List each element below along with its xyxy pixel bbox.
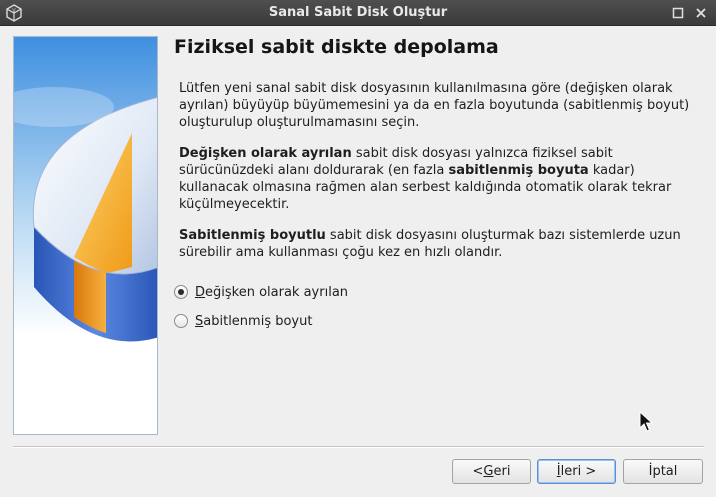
- maximize-icon[interactable]: [670, 5, 686, 21]
- cancel-button[interactable]: İptal: [623, 459, 703, 484]
- radio-indicator[interactable]: [174, 285, 188, 299]
- fixed-bold-lead: Sabitlenmiş boyutlu: [179, 228, 326, 243]
- back-button[interactable]: < Geri: [452, 459, 531, 484]
- wizard-side-image: [13, 36, 158, 435]
- radio-indicator[interactable]: [174, 314, 188, 328]
- fixed-description: Sabitlenmiş boyutlu sabit disk dosyasını…: [179, 227, 699, 261]
- page-heading: Fiziksel sabit diskte depolama: [174, 36, 499, 58]
- dynamic-bold-lead: Değişken olarak ayrılan: [179, 146, 352, 161]
- close-icon[interactable]: [693, 5, 709, 21]
- window-title: Sanal Sabit Disk Oluştur: [268, 5, 448, 20]
- radio-dynamically-allocated[interactable]: Değişken olarak ayrılan: [174, 283, 348, 301]
- window-titlebar[interactable]: V Sanal Sabit Disk Oluştur: [0, 0, 716, 26]
- mouse-pointer-icon: [639, 411, 653, 432]
- button-separator: [13, 446, 704, 448]
- radio-fixed-size[interactable]: Sabitlenmiş boyut: [174, 312, 312, 330]
- dynamic-bold-mid: sabitlenmiş boyuta: [448, 163, 589, 178]
- wizard-content: Fiziksel sabit diskte depolama Lütfen ye…: [174, 36, 704, 329]
- radio-label: Sabitlenmiş boyut: [195, 313, 313, 329]
- intro-text: Lütfen yeni sanal sabit disk dosyasının …: [179, 81, 690, 130]
- wizard-dialog: Fiziksel sabit diskte depolama Lütfen ye…: [0, 26, 716, 497]
- dynamic-description: Değişken olarak ayrılan sabit disk dosya…: [179, 145, 699, 213]
- radio-label: Değişken olarak ayrılan: [195, 284, 349, 300]
- hard-disk-pie-illustration: [14, 37, 157, 434]
- next-button[interactable]: İleri >: [537, 459, 616, 484]
